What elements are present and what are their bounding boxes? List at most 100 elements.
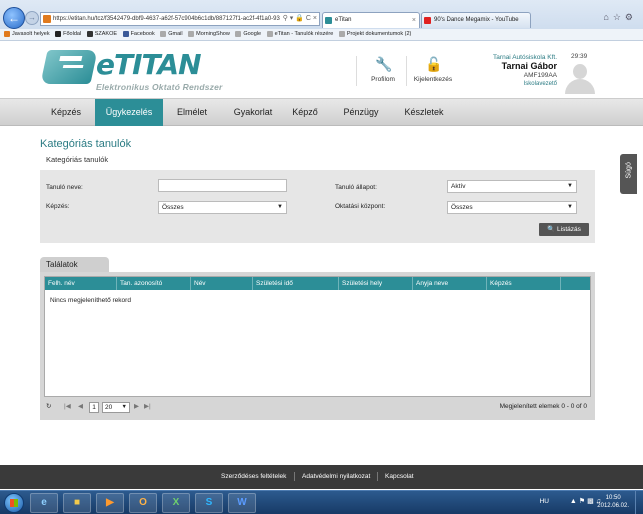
column-header[interactable]: Képzés: [487, 277, 561, 290]
forward-button[interactable]: →: [25, 11, 39, 25]
avatar[interactable]: [562, 62, 598, 94]
tray-clock[interactable]: 10:50 2012.06.02.: [597, 494, 629, 510]
student-status-select[interactable]: Aktív ▼: [447, 180, 577, 193]
center-select[interactable]: Összes ▼: [447, 201, 577, 214]
wrench-icon: 🔧: [375, 56, 393, 72]
grid-header: Felh. név Tan. azonosító Név Születési i…: [45, 277, 590, 290]
address-bar[interactable]: https://etitan.hu/tcz/f3542479-dbf9-4637…: [40, 12, 320, 26]
filter-panel: Tanuló neve: Képzés: Összes ▼ Tanuló áll…: [40, 170, 595, 243]
nav-penzugy[interactable]: Pénzügy: [334, 99, 388, 126]
start-button[interactable]: [4, 493, 24, 513]
site-header: eTITAN Elektronikus Oktató Rendszer 🔧 Pr…: [0, 42, 643, 98]
favorite-icon: [55, 31, 62, 37]
browser-tab-etitan[interactable]: eTitan ×: [322, 12, 420, 28]
last-page-icon[interactable]: ▶|: [144, 402, 151, 410]
close-tab-icon[interactable]: ×: [412, 13, 416, 28]
nav-keszletek[interactable]: Készletek: [394, 99, 454, 126]
nav-ugykezeles[interactable]: Ügykezelés: [95, 99, 163, 126]
training-select[interactable]: Összes ▼: [158, 201, 287, 214]
footer-link-contact[interactable]: Kapcsolat: [385, 473, 414, 480]
training-label: Képzés:: [46, 203, 70, 210]
ie-icon[interactable]: e: [30, 493, 58, 513]
excel-icon[interactable]: X: [162, 493, 190, 513]
chevron-down-icon: ▼: [567, 204, 573, 210]
favorite-icon: [86, 31, 93, 37]
tray-time: 10:50: [605, 495, 621, 501]
tab-etitan-icon: [325, 17, 332, 24]
skype-icon[interactable]: S: [195, 493, 223, 513]
user-code: AMF199AA: [523, 72, 557, 79]
media-player-icon[interactable]: ▶: [96, 493, 124, 513]
column-header[interactable]: Név: [191, 277, 253, 290]
main-nav: Képzés Ügykezelés Elmélet Gyakorlat Képz…: [0, 98, 643, 126]
favorite-item[interactable]: Gmail: [160, 29, 183, 40]
page-number[interactable]: 1: [89, 402, 99, 413]
favorite-icon: [266, 31, 273, 37]
help-side-tab[interactable]: Súgó: [620, 154, 637, 194]
footer-link-privacy[interactable]: Adatvédelmi nyilatkozat: [302, 473, 370, 480]
language-indicator[interactable]: HU: [540, 498, 549, 505]
help-label: Súgó: [625, 162, 633, 179]
etitan-logo[interactable]: eTITAN Elektronikus Oktató Rendszer: [40, 50, 244, 92]
word-icon[interactable]: W: [228, 493, 256, 513]
favorite-item[interactable]: eTitan - Tanulók részére: [266, 29, 333, 40]
student-name-input[interactable]: [158, 179, 287, 192]
os-taskbar: e ■ ▶ O X S W HU ▲⚑▩♫ 10:50 2012.06.02.: [0, 490, 643, 514]
student-status-value: Aktív: [451, 183, 466, 190]
page-size-select[interactable]: 20 ▼: [102, 402, 130, 413]
nav-elmelet[interactable]: Elmélet: [166, 99, 218, 126]
divider: [356, 56, 357, 86]
unlock-icon: 🔓: [425, 56, 443, 72]
facebook-icon: [122, 31, 129, 37]
column-header[interactable]: Felh. név: [45, 277, 117, 290]
nav-kepzes[interactable]: Képzés: [40, 99, 92, 126]
empty-message: Nincs megjeleníthető rekord: [50, 297, 131, 304]
outlook-icon[interactable]: O: [129, 493, 157, 513]
favorite-item[interactable]: MorningShow: [188, 29, 230, 40]
session-timer: 29:39: [571, 53, 588, 60]
avatar-body-icon: [565, 79, 595, 94]
user-role: Iskolavezető: [523, 81, 557, 87]
favorite-item[interactable]: Javasolt helyek: [4, 29, 50, 40]
back-button[interactable]: ←: [3, 7, 25, 29]
address-url: https://etitan.hu/tcz/f3542479-dbf9-4637…: [53, 16, 280, 22]
results-tab[interactable]: Találatok: [40, 257, 109, 273]
next-page-icon[interactable]: ▶: [134, 402, 139, 410]
footer-link-terms[interactable]: Szerződéses feltételek: [221, 473, 286, 480]
column-header[interactable]: Anyja neve: [413, 277, 487, 290]
nav-gyakorlat[interactable]: Gyakorlat: [225, 99, 281, 126]
nav-kepzo[interactable]: Képző: [283, 99, 327, 126]
user-name: Tarnai Gábor: [501, 61, 557, 71]
prev-page-icon[interactable]: ◀: [78, 402, 83, 410]
favorite-item[interactable]: Főoldal: [55, 29, 81, 40]
site-footer: Szerződéses feltételek Adatvédelmi nyila…: [0, 465, 643, 489]
favorite-item[interactable]: SZAKOE: [86, 29, 117, 40]
address-tools-icon[interactable]: ⚲ ▾ 🔒 C ×: [283, 13, 317, 25]
browser-tools-icon[interactable]: ⌂☆⚙: [603, 12, 637, 23]
favorites-bar: Javasolt helyek Főoldal SZAKOE Facebook …: [0, 29, 643, 41]
list-button[interactable]: 🔍 Listázás: [539, 223, 589, 236]
column-header[interactable]: Születési hely: [339, 277, 413, 290]
first-page-icon[interactable]: |◀: [64, 402, 71, 410]
favorite-item[interactable]: Projekt dokumentumok (2): [338, 29, 411, 40]
show-desktop-button[interactable]: [635, 491, 643, 514]
divider: [377, 472, 378, 481]
center-label: Oktatási központ:: [335, 203, 386, 210]
favorite-item[interactable]: Google: [235, 29, 261, 40]
column-header[interactable]: Tan. azonosító: [117, 277, 191, 290]
logout-button[interactable]: 🔓 Kijelentkezés: [410, 56, 456, 88]
site-icon: [43, 15, 51, 23]
profile-button[interactable]: 🔧 Profilom: [360, 56, 406, 88]
refresh-icon[interactable]: ↻: [46, 402, 51, 410]
column-header[interactable]: Születési idő: [253, 277, 339, 290]
folder-icon[interactable]: ■: [63, 493, 91, 513]
student-name-label: Tanuló neve:: [46, 184, 83, 191]
favorite-item[interactable]: Facebook: [122, 29, 155, 40]
page-subtitle: Kategóriás tanulók: [46, 155, 109, 164]
results-panel: Felh. név Tan. azonosító Név Születési i…: [40, 272, 595, 420]
tab-label: eTitan: [335, 17, 352, 23]
tab-label: 90's Dance Megamix - YouTube: [434, 17, 519, 23]
training-value: Összes: [162, 204, 184, 211]
search-icon: 🔍: [547, 226, 556, 233]
browser-tab-youtube[interactable]: 90's Dance Megamix - YouTube: [421, 12, 531, 28]
